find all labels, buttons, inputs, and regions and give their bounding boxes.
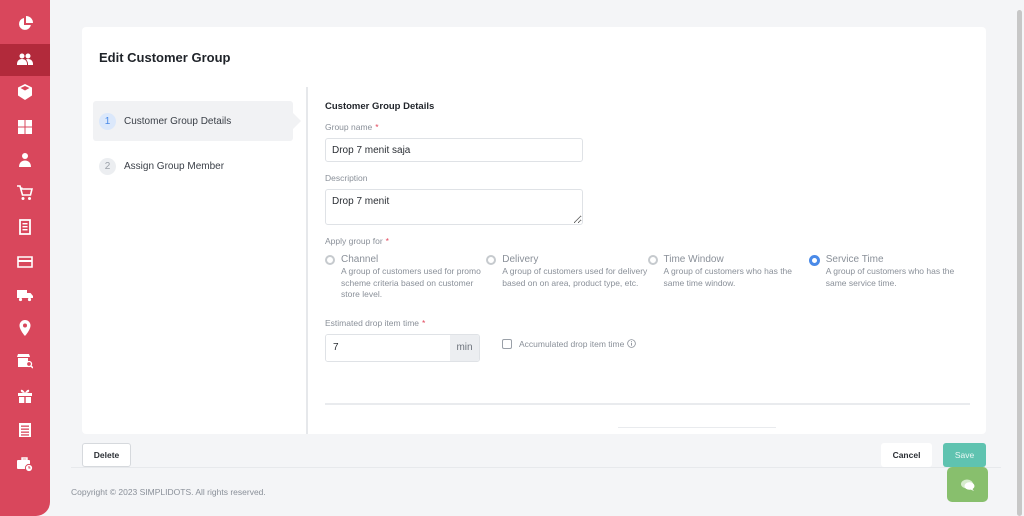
step-number: 2	[99, 157, 116, 175]
page-scrollbar[interactable]	[1017, 10, 1022, 516]
accumulated-label: Accumulated drop item time	[519, 338, 625, 349]
section-title: Customer Group Details	[325, 101, 435, 112]
step-assign-group-member[interactable]: 2 Assign Group Member	[93, 146, 293, 186]
sidebar-item-attendance[interactable]	[0, 448, 50, 480]
group-name-input[interactable]	[325, 138, 583, 162]
apply-group-label: Apply group for *	[325, 236, 970, 246]
credit-card-icon	[17, 256, 33, 268]
section-divider	[325, 403, 970, 405]
save-button[interactable]: Save	[943, 443, 986, 467]
label-text: Group name	[325, 122, 373, 132]
page-title: Edit Customer Group	[99, 50, 231, 65]
store-search-icon	[17, 354, 33, 369]
boxes-icon	[18, 120, 32, 134]
sidebar-item-payments[interactable]	[0, 246, 50, 278]
radio-button[interactable]	[325, 255, 335, 265]
radio-button[interactable]	[647, 255, 658, 265]
user-card-icon	[19, 153, 31, 167]
accumulated-checkbox-wrapper[interactable]: Accumulated drop item time	[502, 338, 637, 349]
sidebar-item-invoices[interactable]	[0, 211, 50, 243]
label-text: Estimated drop item time	[325, 317, 420, 328]
apply-group-radio-group: Channel A group of customers used for pro…	[325, 254, 970, 301]
radio-description: A group of customers who has the same ti…	[663, 266, 793, 288]
users-icon	[17, 53, 33, 65]
edit-customer-group-card: Edit Customer Group 1 Customer Group Det…	[82, 27, 986, 434]
radio-channel[interactable]: Channel A group of customers used for pro…	[325, 254, 486, 301]
sidebar-item-products[interactable]	[0, 76, 50, 108]
sidebar-item-salesman[interactable]	[0, 144, 50, 176]
truck-icon	[17, 290, 33, 302]
list-document-icon	[19, 423, 31, 437]
step-label: Customer Group Details	[124, 115, 232, 127]
location-pin-icon	[19, 320, 31, 336]
gift-icon	[18, 389, 32, 403]
info-icon[interactable]	[627, 339, 637, 348]
sidebar-item-reports[interactable]	[0, 414, 50, 446]
required-marker: *	[385, 236, 389, 246]
unit-suffix: min	[450, 334, 479, 361]
drop-time-row: min Accumulated drop item time	[325, 333, 970, 362]
sidebar-item-inventory[interactable]	[0, 111, 50, 143]
radio-title: Delivery	[502, 254, 539, 265]
radio-description: A group of customers used for promo sche…	[341, 266, 481, 299]
radio-delivery[interactable]: Delivery A group of customers used for de…	[486, 254, 647, 301]
description-label: Description	[325, 173, 368, 183]
sidebar-item-dashboard[interactable]	[0, 8, 50, 40]
sidebar-item-promo[interactable]	[0, 380, 50, 412]
section-divider-partial	[618, 427, 776, 428]
radio-button-checked[interactable]	[808, 255, 820, 266]
radio-service-time[interactable]: Service Time A group of customers who has…	[808, 254, 970, 301]
briefcase-clock-icon	[17, 457, 33, 472]
stepper: 1 Customer Group Details 2 Assign Group …	[93, 101, 301, 191]
cancel-button[interactable]: Cancel	[881, 443, 932, 467]
sidebar-item-location[interactable]	[0, 312, 50, 344]
box-icon	[18, 84, 32, 100]
sidebar-item-orders[interactable]	[0, 177, 50, 209]
radio-button[interactable]	[486, 255, 497, 265]
vertical-divider	[306, 87, 308, 434]
radio-time-window[interactable]: Time Window A group of customers who has …	[647, 254, 809, 301]
sidebar-item-customers[interactable]	[0, 44, 50, 76]
group-name-label: Group name *	[325, 122, 970, 132]
customer-group-form: Customer Group Details Group name* Descr…	[325, 101, 970, 362]
cart-icon	[17, 185, 33, 200]
sidebar-item-store-visit[interactable]	[0, 345, 50, 377]
sidebar-item-delivery[interactable]	[0, 279, 50, 311]
radio-description: A group of customers used for delivery b…	[502, 266, 648, 288]
radio-title: Time Window	[663, 254, 724, 265]
label-text: Apply group for	[325, 236, 383, 246]
pie-chart-icon	[18, 16, 33, 30]
step-number: 1	[99, 112, 116, 130]
accumulated-checkbox[interactable]	[502, 338, 512, 349]
radio-title: Channel	[341, 254, 379, 265]
chat-button[interactable]	[947, 467, 988, 502]
radio-title: Service Time	[825, 254, 884, 265]
footer-divider	[71, 467, 1001, 468]
required-marker: *	[375, 122, 379, 132]
required-marker: *	[422, 317, 426, 328]
drop-time-input[interactable]	[326, 334, 450, 361]
radio-description: A group of customers who has the same se…	[825, 266, 955, 288]
description-textarea[interactable]: Drop 7 menit	[325, 189, 583, 225]
step-customer-group-details[interactable]: 1 Customer Group Details	[93, 101, 301, 141]
sidebar	[0, 0, 50, 516]
drop-time-input-group: min	[325, 333, 480, 362]
drop-time-label: Estimated drop item time *	[325, 318, 970, 328]
copyright-text: Copyright © 2023 SIMPLIDOTS. All rights …	[71, 487, 266, 497]
receipt-icon	[19, 219, 31, 235]
chat-bubble-icon	[960, 479, 974, 491]
delete-button[interactable]: Delete	[82, 443, 131, 467]
step-label: Assign Group Member	[124, 160, 225, 172]
